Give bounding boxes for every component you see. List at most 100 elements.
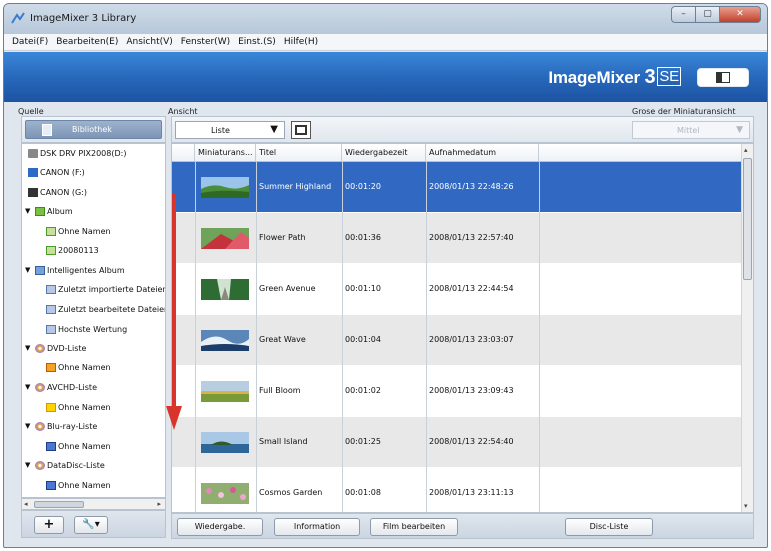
tree-item-bluray-liste[interactable]: ▼ Blu-ray-Liste bbox=[25, 418, 97, 434]
tree-item-zuletzt-importiert[interactable]: Zuletzt importierte Dateien bbox=[46, 281, 166, 297]
tree-item-canon-g[interactable]: CANON (G:) bbox=[28, 184, 87, 200]
information-button[interactable]: Information bbox=[274, 518, 360, 536]
maximize-button[interactable]: ▢ bbox=[695, 6, 720, 23]
duration-cell: 00:01:25 bbox=[345, 437, 381, 446]
scroll-down-icon[interactable]: ▾ bbox=[744, 502, 748, 510]
title-cell: Cosmos Garden bbox=[259, 488, 323, 497]
source-tree: DSK DRV PIX2008(D:) CANON (F:) CANON (G:… bbox=[21, 143, 166, 498]
tree-item-label: Zuletzt importierte Dateien bbox=[58, 284, 166, 294]
table-row[interactable]: Great Wave 00:01:04 2008/01/13 23:03:07 bbox=[172, 315, 742, 365]
tree-item-intelligentes-album[interactable]: ▼ Intelligentes Album bbox=[25, 262, 125, 278]
expand-arrow-icon[interactable]: ▼ bbox=[25, 207, 33, 215]
drive-icon bbox=[28, 148, 38, 158]
tree-item-album-ohne-namen[interactable]: Ohne Namen bbox=[46, 223, 111, 239]
menu-hilfe[interactable]: Hilfe(H) bbox=[280, 37, 322, 47]
sd-card-icon bbox=[28, 167, 38, 177]
tools-menu-button[interactable]: 🔧▾ bbox=[74, 516, 108, 534]
thumbnail-image bbox=[201, 381, 249, 402]
title-cell: Full Bloom bbox=[259, 386, 301, 395]
table-row[interactable]: Flower Path 00:01:36 2008/01/13 22:57:40 bbox=[172, 213, 742, 263]
menu-bearbeiten[interactable]: Bearbeiten(E) bbox=[52, 37, 122, 47]
tree-item-album[interactable]: ▼ Album bbox=[25, 203, 73, 219]
menu-fenster[interactable]: Fenster(W) bbox=[177, 37, 234, 47]
scroll-up-icon[interactable]: ▴ bbox=[744, 146, 748, 154]
layout-toggle-button[interactable] bbox=[697, 68, 749, 87]
expand-arrow-icon[interactable]: ▼ bbox=[25, 383, 33, 391]
table-row[interactable]: Small Island 00:01:25 2008/01/13 22:54:4… bbox=[172, 417, 742, 467]
expand-arrow-icon[interactable]: ▼ bbox=[25, 422, 33, 430]
tree-item-label: Blu-ray-Liste bbox=[47, 421, 98, 431]
brand-logo: ImageMixer 3 SE bbox=[548, 66, 681, 89]
thumbnail-cell bbox=[195, 468, 256, 512]
table-vertical-scrollbar[interactable]: ▴ ▾ bbox=[741, 144, 753, 512]
disc-list-button[interactable]: Disc-Liste bbox=[565, 518, 653, 536]
column-header-duration[interactable]: Wiedergabezeit bbox=[342, 144, 426, 162]
duration-cell: 00:01:08 bbox=[345, 488, 381, 497]
brand-edition: SE bbox=[657, 67, 681, 86]
view-label: Ansicht bbox=[168, 107, 198, 116]
column-header-select[interactable] bbox=[172, 144, 195, 162]
tree-item-dvd-ohne-namen[interactable]: Ohne Namen bbox=[46, 359, 111, 375]
tree-item-datadisc-liste[interactable]: ▼ DataDisc-Liste bbox=[25, 457, 105, 473]
tree-item-bluray-ohne-namen[interactable]: Ohne Namen bbox=[46, 438, 111, 454]
duration-cell: 00:01:36 bbox=[345, 233, 381, 242]
tree-item-hochste-wertung[interactable]: Hochste Wertung bbox=[46, 321, 127, 337]
tree-horizontal-scrollbar[interactable]: ◂ ▸ bbox=[21, 498, 166, 510]
edit-movie-button[interactable]: Film bearbeiten bbox=[370, 518, 458, 536]
minimize-button[interactable]: – bbox=[671, 6, 696, 23]
tree-item-label: CANON (G:) bbox=[40, 187, 88, 197]
play-button[interactable]: Wiedergabe. bbox=[177, 518, 263, 536]
tree-item-zuletzt-bearbeitet[interactable]: Zuletzt bearbeitete Dateien bbox=[46, 301, 165, 317]
thumbnail-image bbox=[201, 177, 249, 198]
close-button[interactable]: ✕ bbox=[719, 6, 761, 23]
column-header-thumbnail[interactable]: Miniaturans... bbox=[195, 144, 256, 162]
column-divider bbox=[195, 162, 196, 512]
tree-item-dvd-liste[interactable]: ▼ DVD-Liste bbox=[25, 340, 86, 356]
add-button[interactable]: + bbox=[34, 516, 64, 534]
menu-datei[interactable]: Datei(F) bbox=[8, 37, 52, 47]
column-header-title[interactable]: Titel bbox=[256, 144, 342, 162]
thumbnail-cell bbox=[195, 366, 256, 416]
table-row[interactable]: Summer Highland 00:01:20 2008/01/13 22:4… bbox=[172, 162, 742, 212]
thumbnail-image bbox=[201, 483, 249, 504]
view-mode-select[interactable]: Liste ▼ bbox=[175, 121, 285, 139]
source-label: Quelle bbox=[18, 107, 44, 116]
view-mode-icon-button[interactable] bbox=[291, 121, 311, 139]
tree-item-dsk-drive[interactable]: DSK DRV PIX2008(D:) bbox=[28, 145, 126, 161]
tree-item-canon-f[interactable]: CANON (F:) bbox=[28, 164, 85, 180]
duration-cell: 00:01:02 bbox=[345, 386, 381, 395]
scrollbar-thumb[interactable] bbox=[743, 158, 752, 280]
table-row[interactable]: Full Bloom 00:01:02 2008/01/13 23:09:43 bbox=[172, 366, 742, 416]
tree-item-avchd-ohne-namen[interactable]: Ohne Namen bbox=[46, 399, 111, 415]
scroll-left-icon[interactable]: ◂ bbox=[24, 500, 28, 508]
title-cell: Flower Path bbox=[259, 233, 306, 242]
menu-einstellungen[interactable]: Einst.(S) bbox=[234, 37, 280, 47]
thumbnail-image bbox=[201, 330, 249, 351]
table-row[interactable]: Cosmos Garden 00:01:08 2008/01/13 23:11:… bbox=[172, 468, 742, 512]
thumbnail-cell bbox=[195, 417, 256, 467]
tree-item-datadisc-ohne-namen[interactable]: Ohne Namen bbox=[46, 477, 111, 493]
expand-arrow-icon[interactable]: ▼ bbox=[25, 344, 33, 352]
tree-item-label: DSK DRV PIX2008(D:) bbox=[40, 148, 127, 158]
table-row[interactable]: Green Avenue 00:01:10 2008/01/13 22:44:5… bbox=[172, 264, 742, 314]
title-cell: Small Island bbox=[259, 437, 308, 446]
library-button[interactable]: Bibliothek bbox=[25, 120, 162, 139]
menu-ansicht[interactable]: Ansicht(V) bbox=[122, 37, 176, 47]
expand-arrow-icon[interactable]: ▼ bbox=[25, 461, 33, 469]
tree-item-20080113[interactable]: 20080113 bbox=[46, 242, 99, 258]
tree-item-label: Intelligentes Album bbox=[47, 265, 125, 275]
thumbnail-cell bbox=[195, 213, 256, 263]
table-header: Miniaturans... Titel Wiedergabezeit Aufn… bbox=[172, 144, 742, 162]
camera-icon bbox=[28, 187, 38, 197]
duration-cell: 00:01:04 bbox=[345, 335, 381, 344]
scroll-right-icon[interactable]: ▸ bbox=[157, 500, 161, 508]
window-title: ImageMixer 3 Library bbox=[30, 13, 137, 24]
column-header-date[interactable]: Aufnahmedatum bbox=[426, 144, 539, 162]
title-bar[interactable]: ImageMixer 3 Library – ▢ ✕ bbox=[4, 4, 767, 34]
tree-item-avchd-liste[interactable]: ▼ AVCHD-Liste bbox=[25, 379, 97, 395]
column-divider bbox=[256, 162, 257, 512]
expand-arrow-icon[interactable]: ▼ bbox=[25, 266, 33, 274]
brand-name: ImageMixer bbox=[548, 68, 645, 87]
scrollbar-thumb[interactable] bbox=[34, 501, 84, 508]
thumb-size-select[interactable]: Mittel ▼ bbox=[632, 121, 750, 139]
